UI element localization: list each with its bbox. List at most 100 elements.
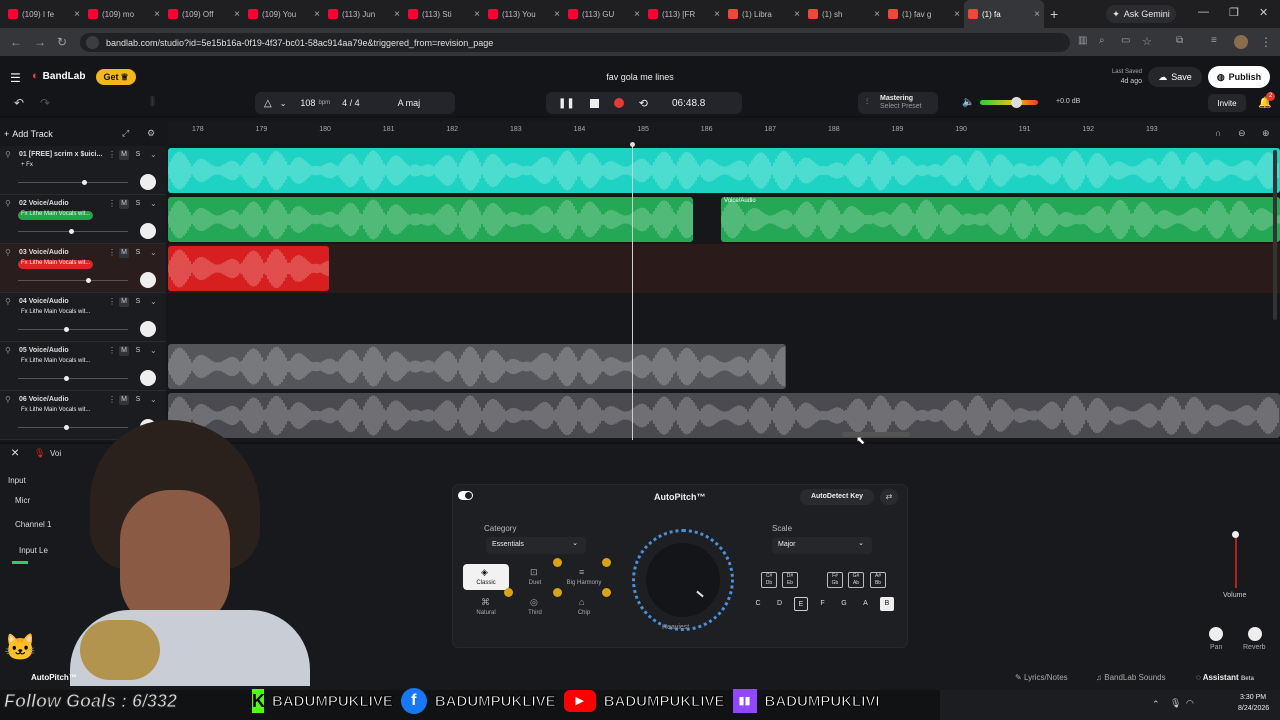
- audio-clip[interactable]: [168, 344, 786, 389]
- chevron-up-icon[interactable]: ⌃: [1152, 699, 1160, 710]
- solo-button[interactable]: S: [133, 150, 143, 160]
- drag-handle-icon[interactable]: ⚲: [5, 395, 11, 404]
- drag-handle-icon[interactable]: ⚲: [5, 297, 11, 306]
- track-fx-chip[interactable]: Fx Lithe Main Vocals wit...: [18, 309, 93, 318]
- tab-close-icon[interactable]: ×: [394, 9, 400, 20]
- minimize-icon[interactable]: —: [1198, 6, 1209, 18]
- drag-handle-icon[interactable]: ⚲: [5, 346, 11, 355]
- metronome-icon[interactable]: △: [264, 98, 272, 109]
- sharp-key-button[interactable]: A# Bb: [870, 572, 886, 588]
- effect-option[interactable]: ⊡ Duet: [512, 558, 562, 590]
- track-fx-chip[interactable]: Fx Lithe Main Vocals wit...: [18, 211, 94, 220]
- tab-close-icon[interactable]: ×: [874, 9, 880, 20]
- effect-option[interactable]: ⌘ Natural: [463, 588, 513, 620]
- audio-clip[interactable]: [168, 148, 1280, 193]
- effect-option[interactable]: ◎ Third: [512, 588, 562, 620]
- track-settings-icon[interactable]: ⚙: [147, 128, 155, 139]
- browser-tab[interactable]: (113) GU ×: [564, 0, 644, 28]
- mute-button[interactable]: M: [119, 395, 129, 405]
- track-volume-slider[interactable]: [18, 229, 128, 234]
- natural-key-button[interactable]: D: [773, 597, 787, 611]
- browser-tab[interactable]: (113) You ×: [484, 0, 564, 28]
- scale-select[interactable]: Major ⌄: [772, 537, 872, 554]
- natural-key-button[interactable]: B: [880, 597, 894, 611]
- track-volume-handle[interactable]: [68, 229, 74, 234]
- intensity-knob-body[interactable]: [646, 543, 720, 617]
- solo-button[interactable]: S: [133, 297, 143, 307]
- track-lane[interactable]: Voice/Audio: [168, 195, 1280, 244]
- undo-icon[interactable]: ↶: [14, 96, 24, 110]
- track-volume-slider[interactable]: [18, 180, 128, 185]
- effect-option[interactable]: ≡ Big Harmony: [561, 558, 611, 590]
- browser-tab[interactable]: (109) You ×: [244, 0, 324, 28]
- audio-clip[interactable]: [168, 197, 693, 242]
- bookmark-star-icon[interactable]: ☆: [1142, 35, 1152, 48]
- drag-handle-icon[interactable]: ⚲: [5, 248, 11, 257]
- track-pan-knob[interactable]: [140, 174, 156, 190]
- timeline-ruler[interactable]: 178 179 180 181 182 183 184 185 186 187 188 189 190 1…: [168, 122, 1280, 144]
- zoom-in-icon[interactable]: ⊕: [1262, 128, 1270, 139]
- lyrics-notes-button[interactable]: ✎ Lyrics/Notes: [1015, 673, 1068, 682]
- audio-clip[interactable]: [168, 393, 1280, 438]
- browser-tab[interactable]: (109) mo ×: [84, 0, 164, 28]
- track-header[interactable]: ⚲ 04 Voice/Audio Fx Lithe Main Vocals wit.…: [0, 293, 166, 342]
- assistant-button[interactable]: ◌ Assistant Beta: [1196, 673, 1254, 682]
- mic-tray-icon[interactable]: 🎙: [1170, 698, 1181, 709]
- solo-button[interactable]: S: [133, 248, 143, 258]
- add-track-button[interactable]: + Add Track: [4, 126, 74, 142]
- track-pan-knob[interactable]: [140, 370, 156, 386]
- track-header[interactable]: ⚲ 01 [FREE] scrim x $uici... + Fx ⋮ M S ⌄: [0, 146, 166, 195]
- browser-tab[interactable]: (1) sh ×: [804, 0, 884, 28]
- natural-key-button[interactable]: E: [794, 597, 808, 611]
- save-button[interactable]: ☁ Save: [1148, 67, 1202, 87]
- bandlab-logo[interactable]: ◐ BandLab: [32, 70, 85, 82]
- cast-icon[interactable]: ▭: [1121, 35, 1130, 46]
- drag-handle-icon[interactable]: ⚲: [5, 199, 11, 208]
- automation-icon[interactable]: ⤢: [122, 128, 129, 139]
- reading-mode-icon[interactable]: ▥: [1078, 35, 1087, 46]
- wifi-icon[interactable]: ◠: [1186, 698, 1194, 709]
- tab-close-icon[interactable]: ×: [154, 9, 160, 20]
- track-options-icon[interactable]: ⋮: [108, 248, 116, 257]
- ask-gemini-button[interactable]: ✦ Ask Gemini: [1106, 5, 1176, 23]
- track-options-icon[interactable]: ⋮: [108, 297, 116, 306]
- chevron-down-icon[interactable]: ⌄: [150, 297, 157, 306]
- track-pan-knob[interactable]: [140, 223, 156, 239]
- master-volume-knob[interactable]: [1010, 97, 1022, 108]
- browser-tab[interactable]: (109) Off ×: [164, 0, 244, 28]
- solo-button[interactable]: S: [133, 346, 143, 356]
- playhead-handle[interactable]: [630, 142, 635, 147]
- project-title[interactable]: fav gola me lines: [540, 72, 740, 82]
- tab-close-icon[interactable]: ×: [634, 9, 640, 20]
- chevron-down-icon[interactable]: ⌄: [150, 346, 157, 355]
- tab-close-icon[interactable]: ×: [74, 9, 80, 20]
- track-options-icon[interactable]: ⋮: [108, 395, 116, 404]
- autopitch-toggle[interactable]: [458, 491, 473, 500]
- track-lane[interactable]: [168, 391, 1280, 440]
- autodetect-key-button[interactable]: AutoDetect Key: [800, 489, 874, 505]
- solo-button[interactable]: S: [133, 199, 143, 209]
- publish-button[interactable]: ◍ Publish: [1208, 66, 1270, 88]
- stop-button[interactable]: [589, 98, 599, 108]
- track-volume-handle[interactable]: [64, 327, 70, 332]
- chevron-down-icon[interactable]: ⌄: [280, 99, 287, 108]
- zoom-out-icon[interactable]: ⊖: [1238, 128, 1246, 139]
- pan-knob[interactable]: [1209, 627, 1223, 641]
- category-select[interactable]: Essentials ⌄: [486, 537, 586, 554]
- date-display-os[interactable]: 8/24/2026: [1238, 705, 1269, 712]
- track-fx-chip[interactable]: + Fx: [18, 162, 36, 171]
- audio-clip[interactable]: [168, 246, 329, 291]
- back-icon[interactable]: ←: [10, 35, 22, 49]
- media-icon[interactable]: ≡: [1211, 35, 1217, 46]
- track-header[interactable]: ⚲ 03 Voice/Audio Fx Lithe Main Vocals wit.…: [0, 244, 166, 293]
- time-signature[interactable]: 4 / 4: [342, 98, 360, 108]
- zoom-icon[interactable]: ⌕: [1099, 35, 1105, 46]
- tab-close-icon[interactable]: ×: [234, 9, 240, 20]
- maximize-icon[interactable]: ❐: [1229, 6, 1239, 19]
- pause-button[interactable]: ❚❚: [558, 98, 575, 109]
- volume-fader-knob[interactable]: [1232, 531, 1239, 538]
- track-volume-slider[interactable]: [18, 376, 128, 381]
- track-pan-knob[interactable]: [140, 272, 156, 288]
- track-options-icon[interactable]: ⋮: [108, 199, 116, 208]
- master-volume-slider[interactable]: [980, 97, 1038, 108]
